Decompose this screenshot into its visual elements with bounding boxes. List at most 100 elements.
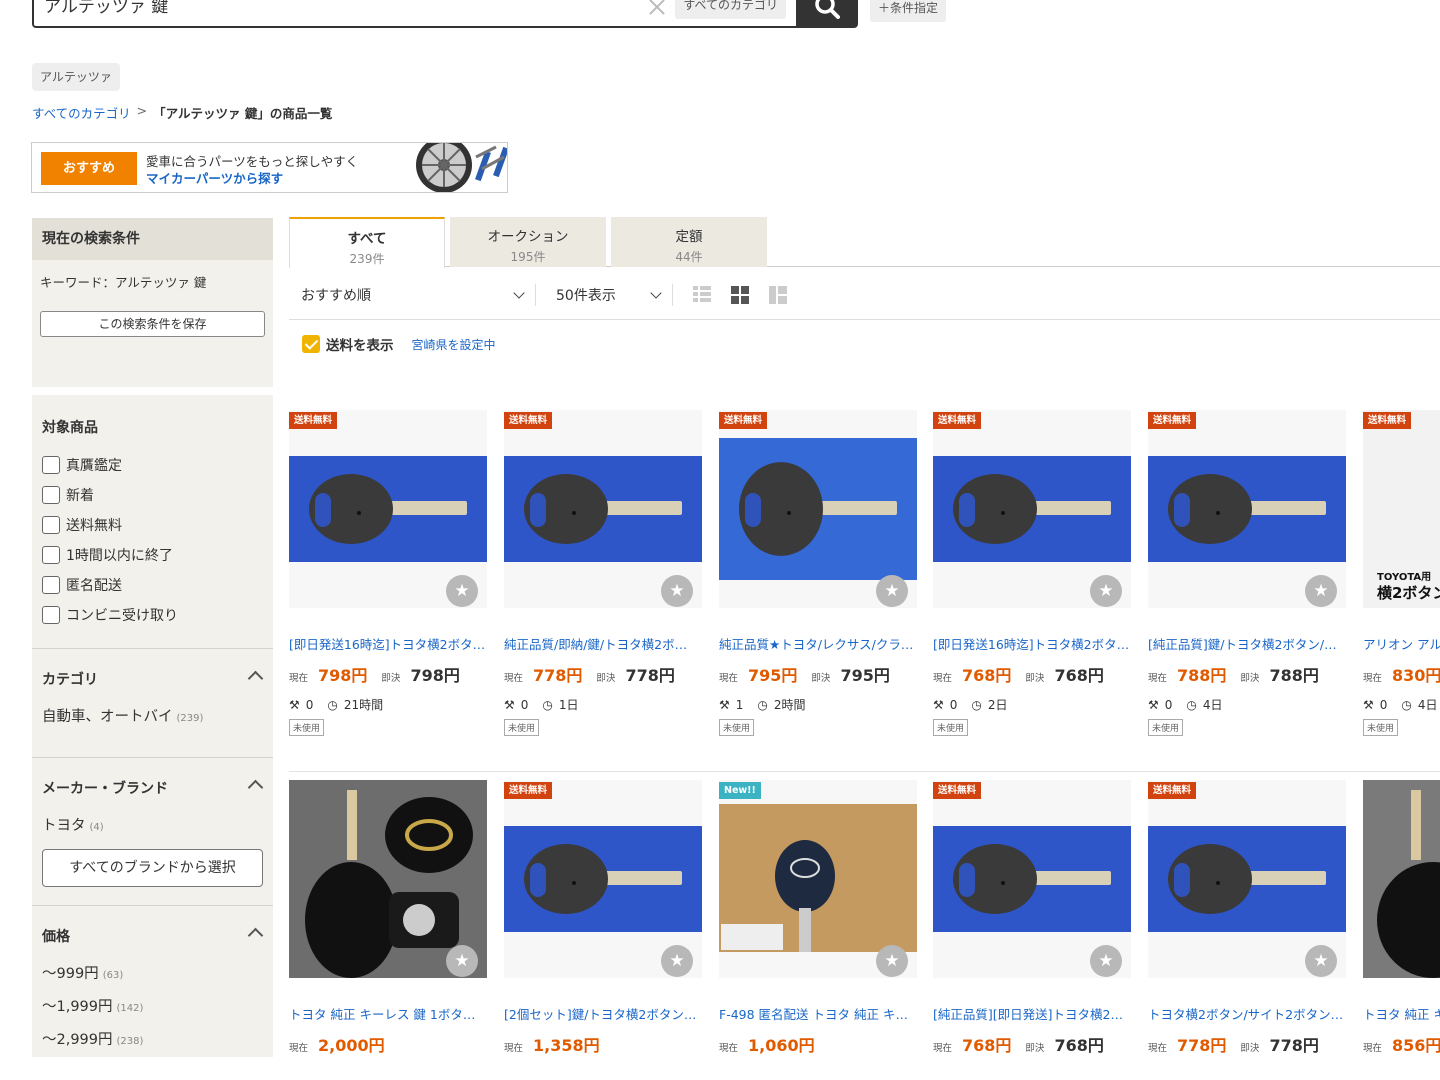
product-title[interactable]: アリオン アル — [1363, 634, 1440, 653]
gavel-icon: ⚒ — [504, 697, 515, 712]
watchlist-star-icon[interactable]: ★ — [1090, 945, 1122, 977]
price-item[interactable]: ～2,999円 (238) — [42, 1024, 263, 1057]
conditions-button[interactable]: ＋条件指定 — [870, 0, 947, 22]
buy-now-price: 768円 — [1054, 1036, 1104, 1055]
filter-anonymous[interactable]: 匿名配送 — [42, 570, 263, 600]
product-title[interactable]: トヨタ 純正 キーレス 鍵 1ボタ… — [289, 1004, 487, 1023]
product-image[interactable]: ★ — [289, 780, 487, 978]
product-title[interactable]: 純正品質/即納/鍵/トヨタ横2ボ… — [504, 634, 702, 653]
product-title[interactable]: [即日発送16時迄]トヨタ横2ボタン… — [289, 634, 487, 653]
filter-ending-soon[interactable]: 1時間以内に終了 — [42, 540, 263, 570]
list-view-icon[interactable] — [693, 285, 711, 304]
clear-icon[interactable] — [645, 0, 669, 19]
all-brands-button[interactable]: すべてのブランドから選択 — [42, 849, 263, 887]
product-card[interactable]: 送料無料 ★ トヨタ横2ボタン/サイト2ボタン… 現在 778円 即決 778円 — [1148, 780, 1346, 1056]
keyword-chip[interactable]: アルテッツァ — [32, 63, 120, 91]
checkbox[interactable] — [42, 546, 60, 564]
current-price-label: 現在 — [1363, 673, 1383, 684]
product-title[interactable]: 純正品質★トヨタ/レクサス/クラ… — [719, 634, 917, 653]
watchlist-star-icon[interactable]: ★ — [876, 575, 908, 607]
large-view-icon[interactable] — [769, 285, 787, 304]
free-shipping-badge: 送料無料 — [933, 412, 982, 429]
category-select-button[interactable]: すべてのカテゴリ — [675, 0, 786, 19]
brand-item[interactable]: トヨタ (4) — [42, 810, 263, 843]
price-item[interactable]: ～1,999円 (142) — [42, 991, 263, 1024]
checkbox[interactable] — [42, 486, 60, 504]
product-card[interactable]: ★ トヨタ 純正 キーレス 鍵 1ボタ… 現在 2,000円 — [289, 780, 487, 1056]
filter-convenience-store[interactable]: コンビニ受け取り — [42, 600, 263, 630]
product-card[interactable]: 送料無料 ★ [純正品質][即日発送]トヨタ横2… 現在 768円 即決 768円 — [933, 780, 1131, 1056]
filter-authenticity[interactable]: 真贋鑑定 — [42, 450, 263, 480]
checkbox[interactable] — [42, 456, 60, 474]
product-image[interactable]: 送料無料 ★ — [933, 410, 1131, 608]
product-image[interactable]: 送料無料 ★ — [504, 780, 702, 978]
watchlist-star-icon[interactable]: ★ — [1305, 575, 1337, 607]
product-image[interactable]: New!! ★ — [719, 780, 917, 978]
free-shipping-badge: 送料無料 — [504, 782, 553, 799]
current-price: 1,358円 — [533, 1036, 600, 1055]
watchlist-star-icon[interactable]: ★ — [1305, 945, 1337, 977]
search-input[interactable]: アルテッツァ 鍵 — [34, 0, 645, 27]
product-title[interactable]: [2個セット]鍵/トヨタ横2ボタン… — [504, 1004, 702, 1023]
prefecture-link[interactable]: 宮崎県を設定中 — [412, 336, 496, 353]
category-item[interactable]: 自動車、オートバイ (239) — [42, 701, 263, 757]
product-title[interactable]: F-498 匿名配送 トヨタ 純正 キ… — [719, 1004, 917, 1023]
watchlist-star-icon[interactable]: ★ — [1090, 575, 1122, 607]
shipping-toggle[interactable]: 送料を表示 宮崎県を設定中 — [302, 334, 496, 354]
mycar-parts-banner[interactable]: おすすめ 愛車に合うパーツをもっと探しやすく マイカーパーツから探す — [31, 142, 508, 193]
product-card[interactable]: 送料無料 ★ 純正品質★トヨタ/レクサス/クラ… 現在 795円 即決 795円 … — [719, 410, 917, 736]
row-divider — [289, 771, 1440, 772]
product-image[interactable]: 送料無料 ★ — [289, 410, 487, 608]
checkbox[interactable] — [42, 516, 60, 534]
chevron-down-icon — [650, 286, 662, 299]
watchlist-star-icon[interactable]: ★ — [876, 945, 908, 977]
filter-new[interactable]: 新着 — [42, 480, 263, 510]
product-image[interactable]: 送料無料 ★ — [504, 410, 702, 608]
filter-free-shipping[interactable]: 送料無料 — [42, 510, 263, 540]
checkbox[interactable] — [42, 576, 60, 594]
product-image[interactable]: 送料無料 ★ — [1148, 410, 1346, 608]
buy-now-label: 即決 — [596, 673, 616, 684]
product-card[interactable]: 送料無料 ★ [2個セット]鍵/トヨタ横2ボタン… 現在 1,358円 — [504, 780, 702, 1056]
product-image[interactable]: 送料無料 ★ — [933, 780, 1131, 978]
sort-select[interactable]: おすすめ順 — [289, 280, 535, 310]
product-image[interactable]: TOYOTA用横2ボタン 送料無料 ★ — [1363, 410, 1440, 608]
gavel-icon: ⚒ — [933, 697, 944, 712]
tab-fixed-price[interactable]: 定額 44件 — [611, 217, 767, 267]
product-image[interactable]: ★ — [1363, 780, 1440, 978]
breadcrumb-all-categories[interactable]: すべてのカテゴリ — [32, 103, 131, 122]
search-button[interactable] — [796, 0, 858, 27]
product-title[interactable]: トヨタ 純正 キ — [1363, 1004, 1440, 1023]
tab-auction[interactable]: オークション 195件 — [450, 217, 606, 267]
buy-now-price: 768円 — [1054, 666, 1104, 685]
price-row: 現在 788円 即決 788円 — [1148, 662, 1346, 686]
price-item[interactable]: ～999円 (63) — [42, 958, 263, 991]
product-card[interactable]: 送料無料 ★ 純正品質/即納/鍵/トヨタ横2ボ… 現在 778円 即決 778円 … — [504, 410, 702, 736]
save-conditions-button[interactable]: この検索条件を保存 — [40, 311, 265, 337]
product-title[interactable]: トヨタ横2ボタン/サイト2ボタン… — [1148, 1004, 1346, 1023]
per-page-select[interactable]: 50件表示 — [536, 280, 672, 310]
product-title[interactable]: [即日発送16時迄]トヨタ横2ボタ… — [933, 634, 1131, 653]
product-image[interactable]: 送料無料 ★ — [719, 410, 917, 608]
grid-view-icon[interactable] — [731, 285, 749, 304]
product-card[interactable]: 送料無料 ★ [純正品質]鍵/トヨタ横2ボタン/… 現在 788円 即決 788円… — [1148, 410, 1346, 736]
product-title[interactable]: [純正品質]鍵/トヨタ横2ボタン/… — [1148, 634, 1346, 653]
banner-link[interactable]: マイカーパーツから探す — [146, 168, 283, 187]
product-card[interactable]: New!! ★ F-498 匿名配送 トヨタ 純正 キ… 現在 1,060円 — [719, 780, 917, 1056]
tab-all[interactable]: すべて 239件 — [289, 217, 445, 268]
product-image[interactable]: 送料無料 ★ — [1148, 780, 1346, 978]
checkbox[interactable] — [42, 606, 60, 624]
watchlist-star-icon[interactable]: ★ — [446, 945, 478, 977]
watchlist-star-icon[interactable]: ★ — [661, 575, 693, 607]
free-shipping-badge: 送料無料 — [719, 412, 768, 429]
price-section: 価格 ～999円 (63) ～1,999円 (142) ～2,999円 (238) — [32, 905, 273, 1057]
product-card[interactable]: TOYOTA用横2ボタン 送料無料 ★ アリオン アル 現在 830円 ⚒ 0 ◷… — [1363, 410, 1440, 736]
time-left: 4日 — [1202, 698, 1223, 712]
product-title[interactable]: [純正品質][即日発送]トヨタ横2… — [933, 1004, 1131, 1023]
product-card[interactable]: 送料無料 ★ [即日発送16時迄]トヨタ横2ボタン… 現在 798円 即決 798… — [289, 410, 487, 736]
watchlist-star-icon[interactable]: ★ — [661, 945, 693, 977]
watchlist-star-icon[interactable]: ★ — [446, 575, 478, 607]
product-card[interactable]: 送料無料 ★ [即日発送16時迄]トヨタ横2ボタ… 現在 768円 即決 768円… — [933, 410, 1131, 736]
shipping-checkbox[interactable] — [302, 335, 320, 353]
product-card[interactable]: ★ トヨタ 純正 キ 現在 856円 — [1363, 780, 1440, 1056]
